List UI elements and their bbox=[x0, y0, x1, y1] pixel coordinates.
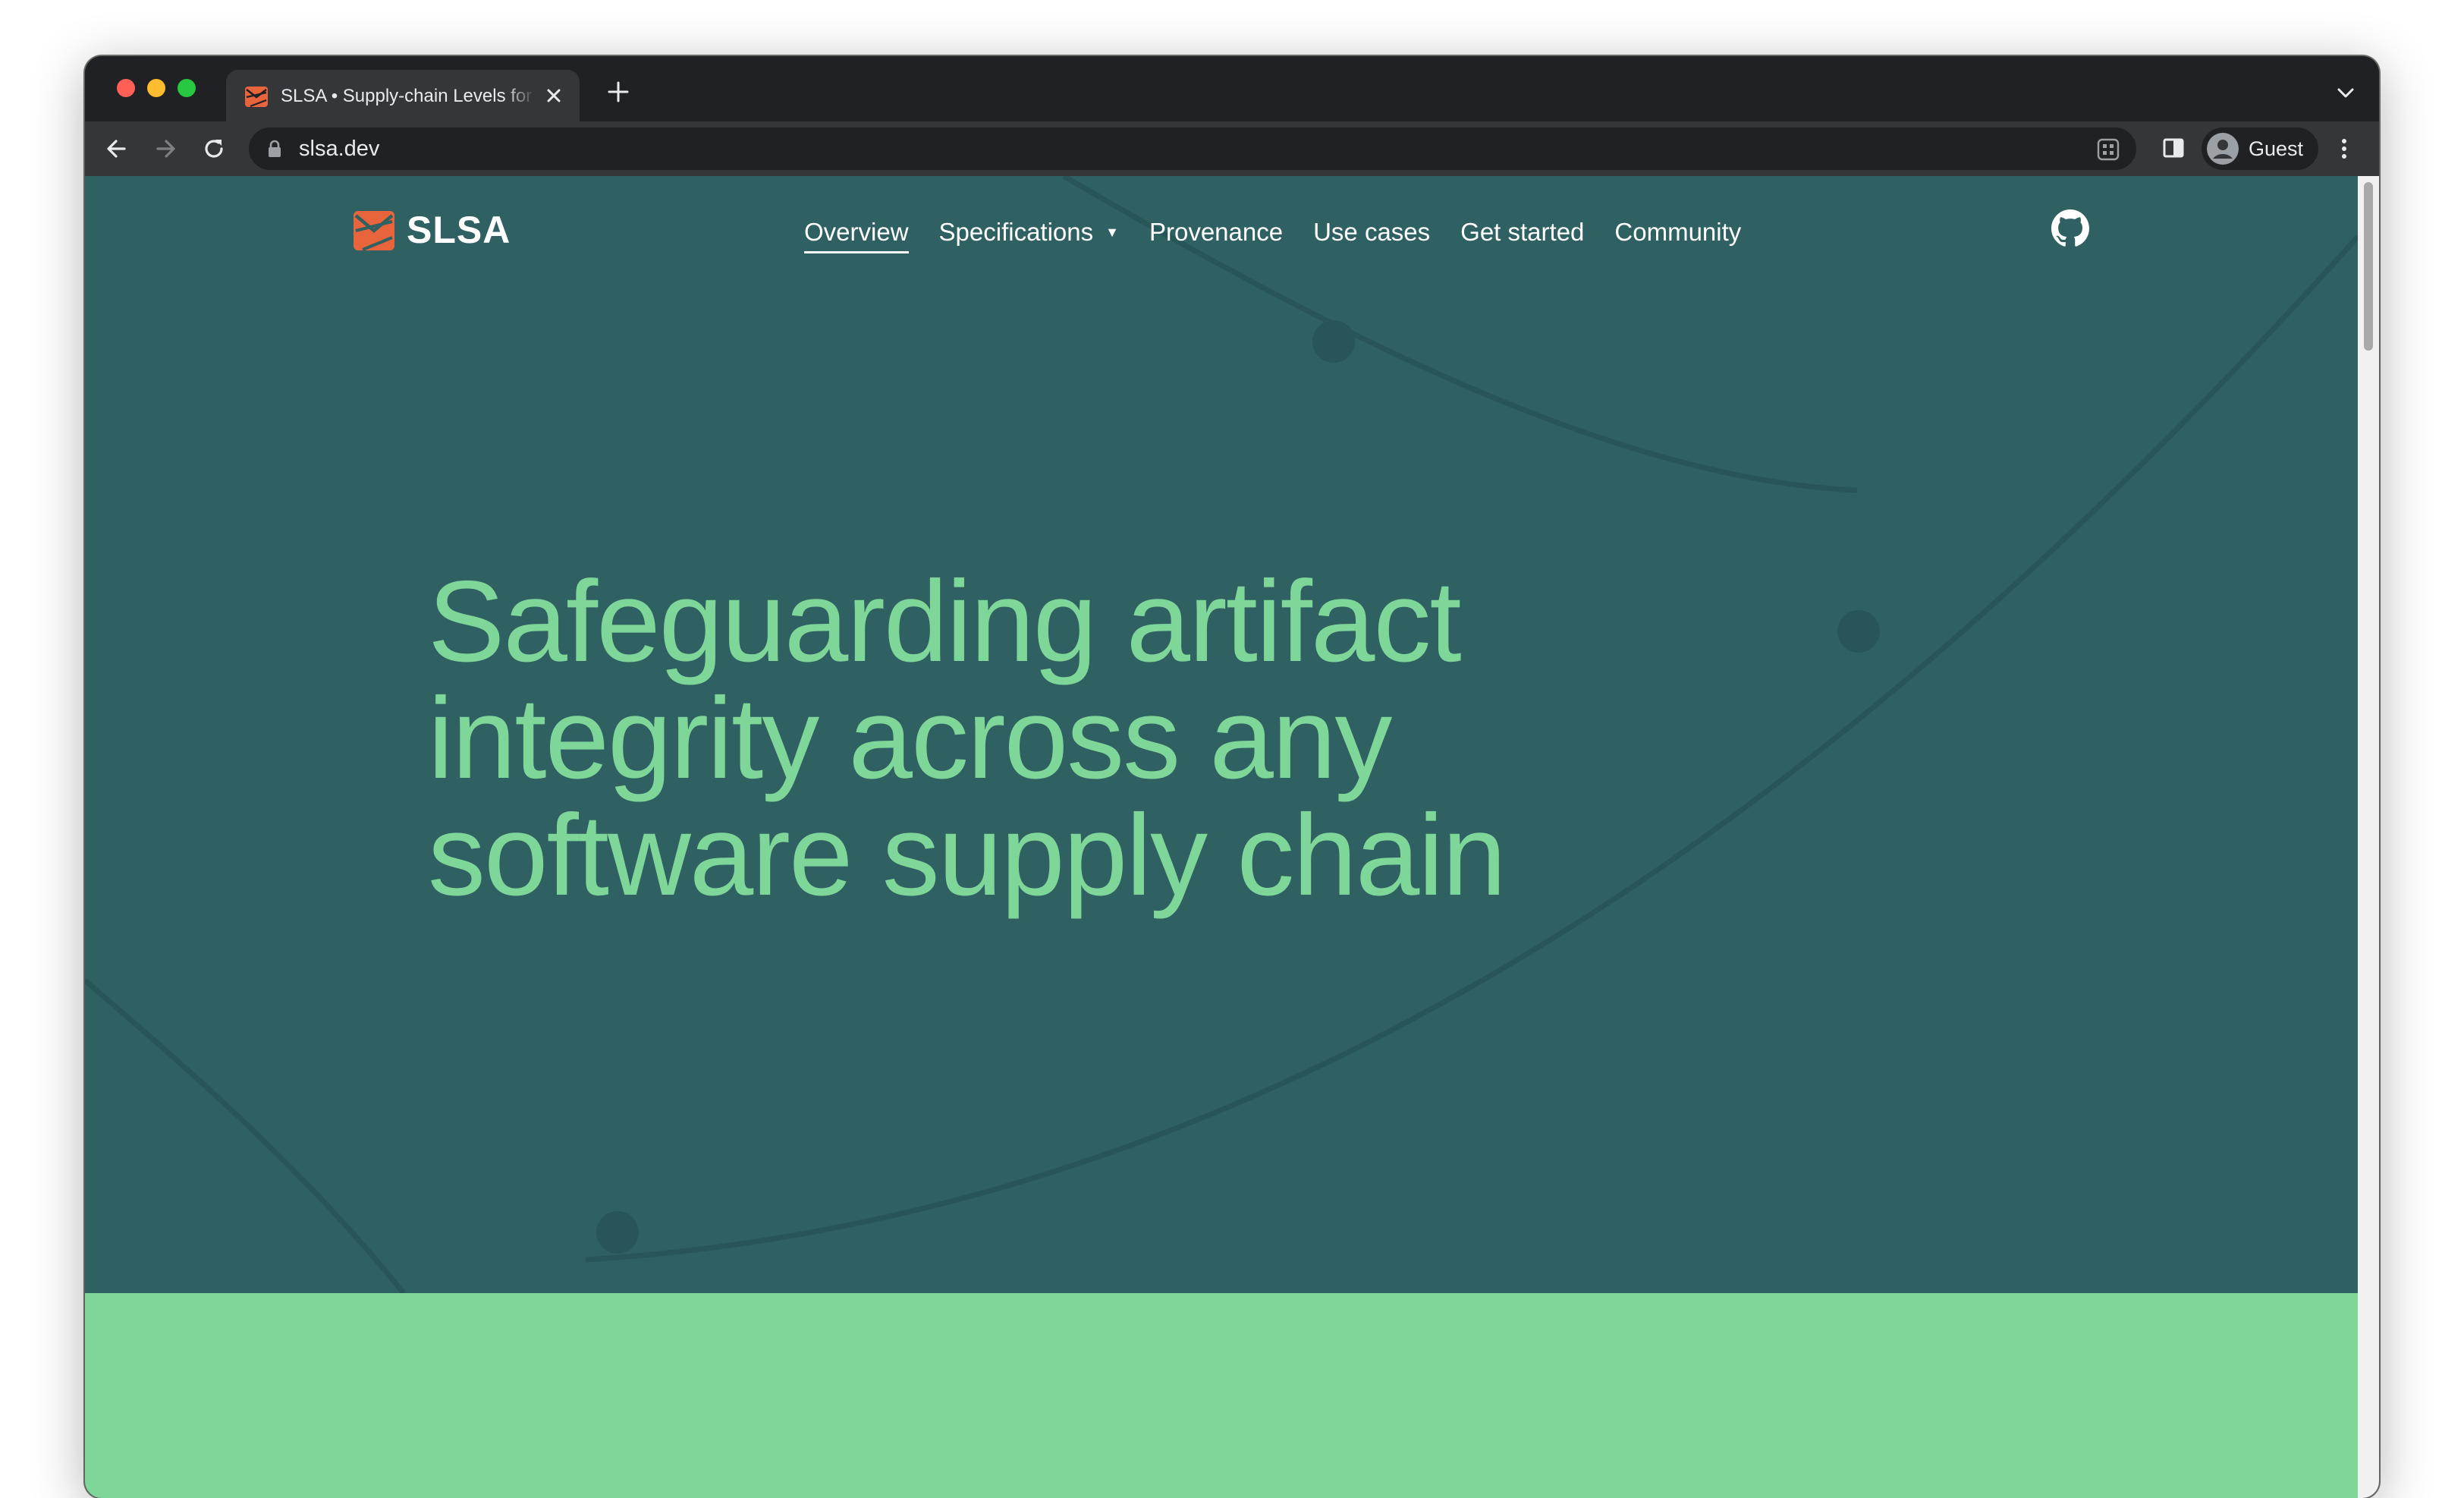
hero-section: SLSA Overview Specifications ▼ Provenance… bbox=[85, 176, 2358, 1293]
web-page: SLSA Overview Specifications ▼ Provenance… bbox=[85, 176, 2379, 1498]
minimize-window-button[interactable] bbox=[147, 79, 165, 97]
maximize-window-button[interactable] bbox=[178, 79, 196, 97]
hero-headline: Safeguarding artifact integrity across a… bbox=[428, 563, 1793, 914]
menu-icon[interactable] bbox=[2337, 135, 2352, 162]
tab-strip: SLSA • Supply-chain Levels for Software … bbox=[85, 56, 2379, 121]
headline-line-3: software supply chain bbox=[428, 791, 1507, 920]
headline-line-2: integrity across any bbox=[428, 674, 1392, 803]
nav-community[interactable]: Community bbox=[1614, 209, 1741, 255]
headline-line-1: Safeguarding artifact bbox=[428, 557, 1462, 686]
caret-down-icon: ▼ bbox=[1105, 225, 1119, 240]
close-icon[interactable] bbox=[543, 85, 564, 106]
browser-window: SLSA • Supply-chain Levels for Software … bbox=[85, 56, 2379, 1498]
lock-icon[interactable] bbox=[267, 140, 282, 158]
scrollbar[interactable] bbox=[2358, 176, 2379, 1498]
tab-title: SLSA • Supply-chain Levels for Software … bbox=[281, 86, 536, 106]
browser-tab[interactable]: SLSA • Supply-chain Levels for Software … bbox=[226, 70, 580, 121]
slsa-logo-icon bbox=[354, 211, 394, 251]
forward-icon[interactable] bbox=[152, 135, 179, 162]
logo-text: SLSA bbox=[407, 209, 511, 251]
profile-button[interactable]: Guest bbox=[2202, 127, 2318, 170]
nav-overview[interactable]: Overview bbox=[804, 209, 909, 255]
nav-get-started[interactable]: Get started bbox=[1460, 209, 1584, 255]
chevron-down-icon[interactable] bbox=[2335, 83, 2356, 102]
nav-specifications-label: Specifications bbox=[938, 218, 1094, 246]
avatar-icon bbox=[2207, 133, 2239, 165]
profile-name: Guest bbox=[2249, 137, 2304, 160]
browser-toolbar: slsa.dev Guest bbox=[85, 121, 2379, 176]
nav-use-cases[interactable]: Use cases bbox=[1313, 209, 1430, 255]
reload-icon[interactable] bbox=[200, 135, 228, 162]
url-text[interactable]: slsa.dev bbox=[299, 127, 379, 170]
plus-icon[interactable] bbox=[607, 80, 630, 103]
next-section bbox=[85, 1293, 2358, 1498]
address-bar[interactable]: slsa.dev bbox=[249, 127, 2136, 170]
side-panel-icon[interactable] bbox=[2162, 137, 2185, 159]
scrollbar-thumb[interactable] bbox=[2364, 182, 2373, 351]
close-window-button[interactable] bbox=[117, 79, 135, 97]
slsa-logo-icon bbox=[245, 87, 268, 108]
github-icon[interactable] bbox=[2051, 209, 2089, 247]
back-icon[interactable] bbox=[103, 135, 130, 162]
nav-provenance[interactable]: Provenance bbox=[1149, 209, 1283, 255]
nav-specifications[interactable]: Specifications ▼ bbox=[939, 209, 1119, 255]
apps-icon[interactable] bbox=[2097, 138, 2120, 161]
main-nav: Overview Specifications ▼ Provenance Use … bbox=[804, 209, 1771, 255]
